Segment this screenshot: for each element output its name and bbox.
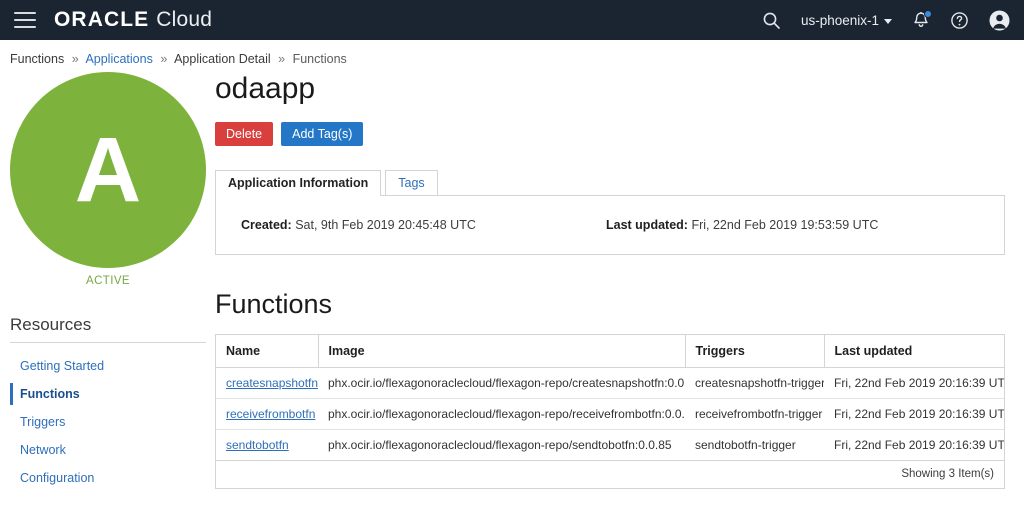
cell-name: createsnapshotfn [216, 367, 318, 399]
functions-table-head: Name Image Triggers Last updated [216, 335, 1004, 368]
region-selector[interactable]: us-phoenix-1 [801, 13, 892, 28]
breadcrumb: Functions » Applications » Application D… [0, 40, 1024, 70]
last-updated-field: Last updated: Fri, 22nd Feb 2019 19:53:5… [606, 218, 878, 232]
hamburger-menu-icon[interactable] [14, 12, 36, 28]
delete-button[interactable]: Delete [215, 122, 274, 146]
chevron-down-icon [884, 18, 892, 24]
table-header-row: Name Image Triggers Last updated [216, 335, 1004, 368]
application-avatar-block: A ACTIVE [10, 70, 206, 287]
sidebar-item-functions[interactable]: Functions [10, 380, 206, 408]
last-updated-value: Fri, 22nd Feb 2019 19:53:59 UTC [691, 218, 879, 232]
sidebar-item-configuration[interactable]: Configuration [10, 464, 206, 492]
notification-badge-dot [924, 9, 932, 18]
created-field: Created: Sat, 9th Feb 2019 20:45:48 UTC [241, 218, 476, 232]
resources-panel: Resources Getting Started Functions Trig… [10, 315, 206, 492]
column-header-image[interactable]: Image [318, 335, 686, 368]
help-icon[interactable] [950, 11, 969, 30]
hamburger-bar [14, 19, 36, 21]
created-label: Created: [241, 218, 292, 232]
region-label: us-phoenix-1 [800, 12, 879, 28]
column-header-name[interactable]: Name [216, 335, 319, 368]
application-avatar: A [10, 72, 206, 268]
tab-application-information[interactable]: Application Information [215, 170, 382, 196]
tab-list: Application Information Tags [215, 168, 1005, 196]
page-title: odaapp [215, 72, 316, 105]
cell-last-updated: Fri, 22nd Feb 2019 20:16:39 UTC [824, 367, 1004, 399]
column-header-last-updated[interactable]: Last updated [824, 335, 1004, 368]
functions-table-container: Name Image Triggers Last updated creates… [215, 334, 1005, 489]
page-layout: A ACTIVE Resources Getting Started Funct… [0, 70, 1024, 492]
function-link[interactable]: receivefrombotfn [226, 407, 315, 421]
user-avatar-icon[interactable] [989, 10, 1010, 31]
cell-trigger: sendtobotfn-trigger [695, 438, 796, 452]
function-link[interactable]: createsnapshotfn [226, 376, 318, 390]
sidebar-item-getting-started[interactable]: Getting Started [10, 352, 206, 380]
cell-trigger: createsnapshotfn-trigger [685, 367, 824, 399]
application-info-card: Application Information Tags Created: Sa… [215, 168, 1005, 255]
breadcrumb-current: Functions [292, 52, 347, 66]
sidebar-item-triggers[interactable]: Triggers [10, 408, 206, 436]
table-footer-count: Showing 3 Item(s) [216, 460, 1004, 488]
add-tags-button[interactable]: Add Tag(s) [281, 122, 364, 146]
breadcrumb-separator: » [71, 52, 79, 66]
breadcrumb-separator: » [278, 52, 286, 66]
cell-image: phx.ocir.io/flexagonoraclecloud/flexagon… [328, 438, 672, 452]
breadcrumb-link-applications[interactable]: Applications [85, 52, 152, 66]
status-badge: ACTIVE [86, 275, 130, 287]
brand-cloud-text: Cloud [156, 8, 213, 31]
cell-image: phx.ocir.io/flexagonoraclecloud/flexagon… [318, 398, 685, 430]
cell-last-updated: Fri, 22nd Feb 2019 20:16:39 UTC [824, 398, 1004, 430]
cell-image: phx.ocir.io/flexagonoraclecloud/flexagon… [318, 367, 685, 399]
top-navigation-actions: us-phoenix-1 [762, 9, 1010, 31]
breadcrumb-application-detail: Application Detail [174, 52, 271, 66]
notifications-bell-icon[interactable] [912, 9, 932, 30]
function-link[interactable]: sendtobotfn [226, 438, 289, 452]
cell-name: receivefrombotfn [216, 398, 318, 430]
created-value: Sat, 9th Feb 2019 20:45:48 UTC [295, 218, 476, 232]
table-row: sendtobotfn phx.ocir.io/flexagonoraclecl… [216, 430, 1004, 461]
hamburger-bar [14, 12, 36, 14]
cell-name: sendtobotfn [216, 430, 318, 461]
column-header-triggers[interactable]: Triggers [685, 335, 825, 368]
cell-last-updated: Fri, 22nd Feb 2019 20:16:39 UTC [834, 438, 1004, 452]
cell-trigger: receivefrombotfn-trigger [685, 398, 824, 430]
functions-table: Name Image Triggers Last updated creates… [216, 335, 1004, 460]
tab-tags[interactable]: Tags [385, 170, 438, 196]
page-action-buttons: Delete Add Tag(s) [215, 122, 1016, 146]
breadcrumb-separator: » [160, 52, 168, 66]
functions-table-body: createsnapshotfn phx.ocir.io/flexagonora… [216, 367, 1004, 461]
oracle-cloud-logo[interactable]: ORACLE Cloud [54, 8, 212, 32]
breadcrumb-root: Functions [10, 52, 65, 66]
brand-oracle-text: ORACLE [54, 8, 150, 31]
search-icon[interactable] [762, 11, 781, 30]
table-row: createsnapshotfn phx.ocir.io/flexagonora… [216, 367, 1004, 399]
sidebar-item-network[interactable]: Network [10, 436, 206, 464]
top-navigation-bar: ORACLE Cloud us-phoenix-1 [0, 0, 1024, 40]
functions-section-heading: Functions [215, 289, 333, 319]
left-sidebar: A ACTIVE Resources Getting Started Funct… [0, 70, 215, 492]
application-information-panel: Created: Sat, 9th Feb 2019 20:45:48 UTC … [215, 195, 1005, 255]
table-row: receivefrombotfn phx.ocir.io/flexagonora… [216, 398, 1004, 430]
resources-heading: Resources [10, 315, 92, 334]
last-updated-label: Last updated: [606, 218, 688, 232]
resources-divider [10, 342, 206, 343]
main-content: odaapp Delete Add Tag(s) Application Inf… [215, 70, 1024, 492]
hamburger-bar [14, 26, 36, 28]
